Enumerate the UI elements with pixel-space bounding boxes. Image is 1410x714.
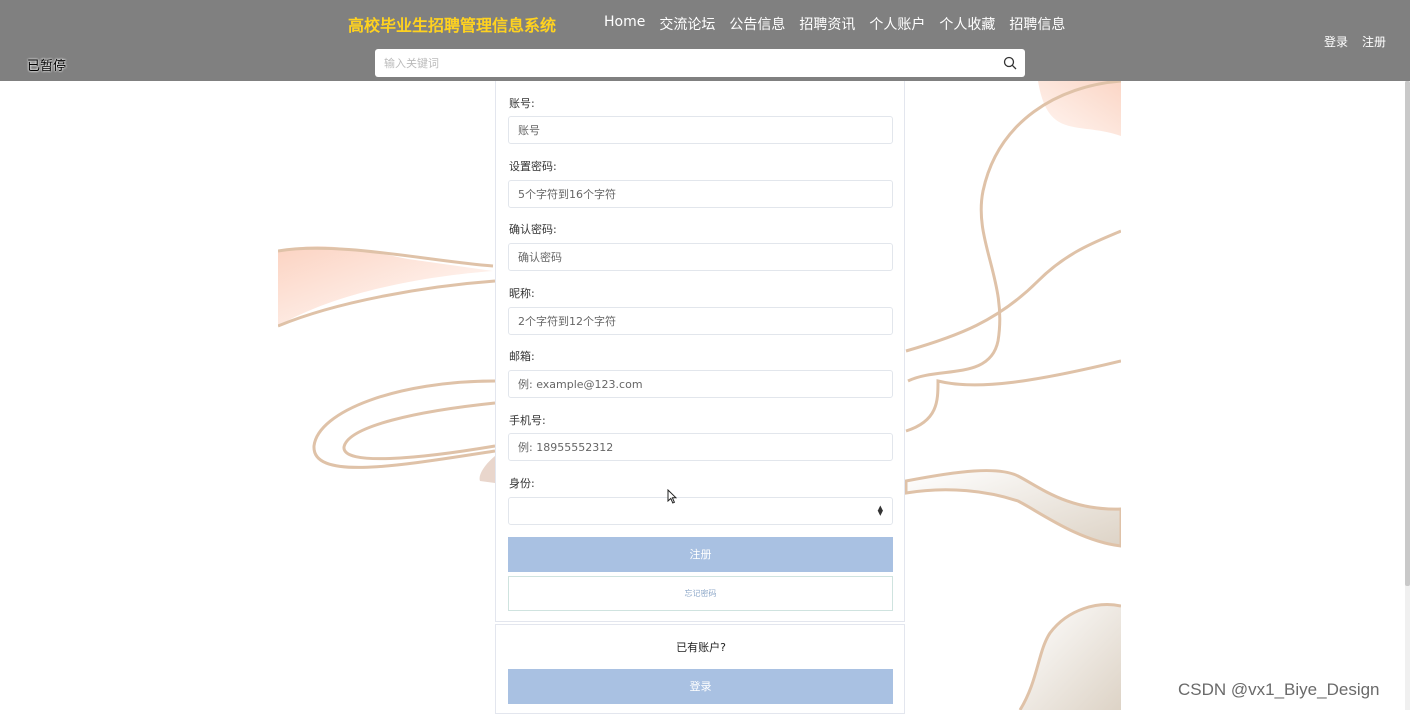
nav-my-account[interactable]: 个人账户 xyxy=(869,14,925,34)
nickname-input[interactable] xyxy=(508,307,893,335)
nav-home[interactable]: Home xyxy=(604,14,645,34)
register-link[interactable]: 注册 xyxy=(1362,33,1386,50)
search-icon[interactable] xyxy=(1003,56,1017,70)
account-input[interactable] xyxy=(508,116,893,144)
nav-job-info[interactable]: 招聘信息 xyxy=(1009,14,1065,34)
register-form: 账号: 设置密码: 确认密码: 昵称: 邮箱: 手机号: 身份: ▲▼ 注册 忘… xyxy=(495,81,905,622)
auth-links: 登录 注册 xyxy=(1324,33,1386,50)
login-link[interactable]: 登录 xyxy=(1324,33,1348,50)
main-nav: Home 交流论坛 公告信息 招聘资讯 个人账户 个人收藏 招聘信息 xyxy=(604,14,1065,34)
watermark: CSDN @vx1_Biye_Design xyxy=(1178,680,1380,699)
nav-my-favorites[interactable]: 个人收藏 xyxy=(939,14,995,34)
mouse-cursor-icon xyxy=(667,489,677,504)
nav-forum[interactable]: 交流论坛 xyxy=(659,14,715,34)
site-title: 高校毕业生招聘管理信息系统 xyxy=(348,16,557,35)
login-box: 已有账户? 登录 xyxy=(495,624,905,714)
phone-label: 手机号: xyxy=(509,414,546,427)
select-arrows-icon: ▲ ▼ xyxy=(877,504,883,517)
account-label: 账号: xyxy=(509,97,535,110)
email-label: 邮箱: xyxy=(509,350,535,363)
search-bar xyxy=(375,49,1025,77)
nickname-label: 昵称: xyxy=(509,287,535,300)
nav-announcements[interactable]: 公告信息 xyxy=(729,14,785,34)
search-input[interactable] xyxy=(375,49,985,77)
identity-select[interactable]: ▲ ▼ xyxy=(508,497,893,525)
email-input[interactable] xyxy=(508,370,893,398)
top-navbar: 高校毕业生招聘管理信息系统 Home 交流论坛 公告信息 招聘资讯 个人账户 个… xyxy=(0,0,1410,81)
forgot-password-button[interactable]: 忘记密码 xyxy=(508,576,893,611)
confirm-password-input[interactable] xyxy=(508,243,893,271)
password-input[interactable] xyxy=(508,180,893,208)
register-button[interactable]: 注册 xyxy=(508,537,893,572)
scrollbar-thumb[interactable] xyxy=(1405,81,1410,586)
password-label: 设置密码: xyxy=(509,160,557,173)
login-button[interactable]: 登录 xyxy=(508,669,893,704)
confirm-password-label: 确认密码: xyxy=(509,223,557,236)
nav-recruit-news[interactable]: 招聘资讯 xyxy=(799,14,855,34)
video-paused-label: 已暂停 xyxy=(27,59,67,74)
identity-label: 身份: xyxy=(509,477,535,490)
phone-input[interactable] xyxy=(508,433,893,461)
have-account-prompt: 已有账户? xyxy=(676,641,726,654)
